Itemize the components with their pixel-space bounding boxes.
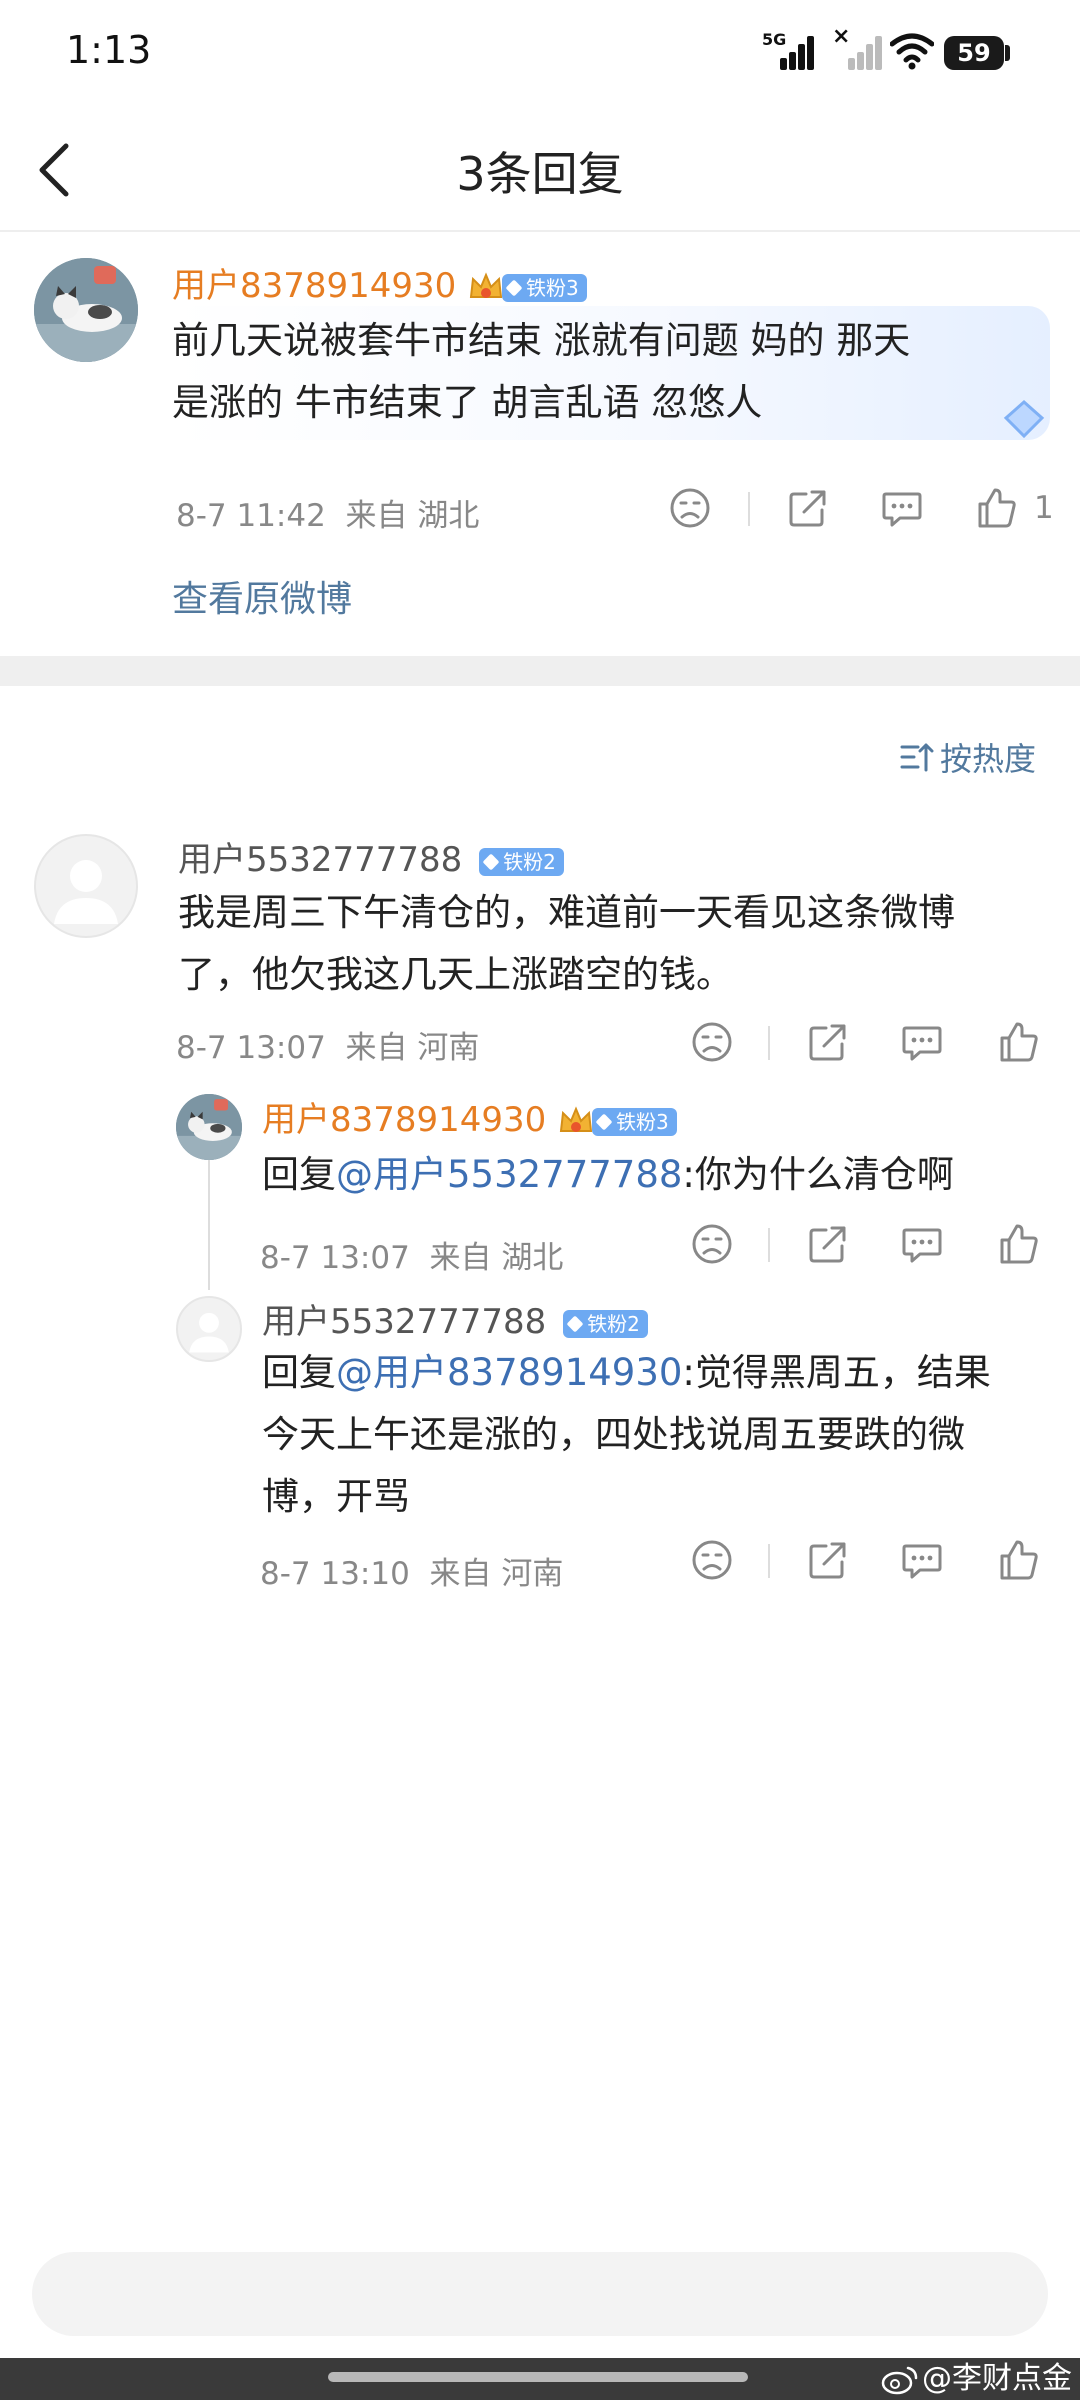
header-divider xyxy=(0,230,1080,232)
share-icon[interactable] xyxy=(806,1222,850,1266)
mention-link[interactable]: @用户5532777788 xyxy=(336,1153,682,1196)
sub-reply-header: 用户5532777788 铁粉2 xyxy=(262,1294,648,1343)
username[interactable]: 用户5532777788 xyxy=(178,840,462,880)
reply-input[interactable] xyxy=(32,2252,1048,2336)
person-silhouette-icon xyxy=(189,1312,229,1353)
view-original-link[interactable]: 查看原微博 xyxy=(172,570,352,622)
battery-tip-icon xyxy=(1005,45,1010,61)
sort-icon[interactable] xyxy=(900,740,934,774)
fan-badge: 铁粉2 xyxy=(563,1309,648,1338)
root-comment-time: 8-7 11:42 来自 湖北 xyxy=(176,498,480,534)
signal-5g-icon: 5G xyxy=(762,30,814,70)
default-avatar[interactable] xyxy=(176,1296,242,1362)
dislike-face-icon[interactable] xyxy=(690,1020,734,1064)
reply-time: 8-7 13:07 来自 河南 xyxy=(176,1030,480,1066)
avatar[interactable] xyxy=(176,1094,242,1160)
share-icon[interactable] xyxy=(806,1538,850,1582)
username[interactable]: 用户8378914930 xyxy=(262,1100,546,1140)
like-thumb-icon[interactable] xyxy=(996,1020,1040,1064)
section-divider xyxy=(0,656,1080,686)
reply-text: 我是周三下午清仓的，难道前一天看见这条微博 了，他欠我这几天上涨踏空的钱。 xyxy=(178,891,955,996)
like-thumb-icon[interactable] xyxy=(974,486,1018,530)
action-separator xyxy=(768,1026,770,1060)
crown-icon xyxy=(557,1103,595,1141)
status-time: 1:13 xyxy=(66,28,152,72)
like-count: 1 xyxy=(1034,490,1054,526)
cat-photo-icon xyxy=(34,258,138,362)
weibo-logo-icon xyxy=(881,2366,918,2395)
signal-no-service-icon: × xyxy=(830,24,882,70)
comment-icon[interactable] xyxy=(900,1020,944,1064)
username[interactable]: 用户8378914930 xyxy=(172,266,456,306)
dislike-face-icon[interactable] xyxy=(668,486,712,530)
diamond-decoration-icon xyxy=(1003,399,1045,439)
action-separator xyxy=(768,1228,770,1262)
root-comment-text: 前几天说被套牛市结束 涨就有问题 妈的 那天 是涨的 牛市结束了 胡言乱语 忽悠… xyxy=(172,319,911,424)
fan-badge: 铁粉2 xyxy=(479,847,564,876)
root-comment-header: 用户8378914930 铁粉3 xyxy=(172,258,587,307)
battery-indicator: 59 xyxy=(944,36,1004,70)
dislike-face-icon[interactable] xyxy=(690,1222,734,1266)
action-separator xyxy=(748,492,750,526)
comment-icon[interactable] xyxy=(900,1538,944,1582)
sub-reply-text: 回复@用户5532777788:你为什么清仓啊 xyxy=(262,1153,954,1196)
like-thumb-icon[interactable] xyxy=(996,1222,1040,1266)
crown-icon xyxy=(467,269,505,307)
username[interactable]: 用户5532777788 xyxy=(262,1302,546,1342)
share-icon[interactable] xyxy=(786,486,830,530)
default-avatar[interactable] xyxy=(34,834,138,938)
cat-photo-icon xyxy=(176,1094,242,1160)
sub-reply-time: 8-7 13:07 来自 湖北 xyxy=(260,1240,564,1276)
watermark: @李财点金 xyxy=(922,2361,1072,2396)
comment-icon[interactable] xyxy=(880,486,924,530)
person-silhouette-icon xyxy=(54,860,118,924)
sub-reply-text: 回复@用户8378914930:觉得黑周五，结果 今天上午还是涨的，四处找说周五… xyxy=(262,1351,991,1518)
comment-icon[interactable] xyxy=(900,1222,944,1266)
share-icon[interactable] xyxy=(806,1020,850,1064)
dislike-face-icon[interactable] xyxy=(690,1538,734,1582)
action-separator xyxy=(768,1544,770,1578)
fan-badge: 铁粉3 xyxy=(501,273,587,302)
mention-link[interactable]: @用户8378914930 xyxy=(336,1351,682,1394)
sort-label[interactable]: 按热度 xyxy=(940,734,1036,780)
home-indicator[interactable] xyxy=(328,2372,748,2382)
sub-reply-time: 8-7 13:10 来自 河南 xyxy=(260,1556,564,1592)
avatar[interactable] xyxy=(34,258,138,362)
fan-badge: 铁粉3 xyxy=(591,1107,677,1136)
page-title: 3条回复 xyxy=(456,147,624,201)
sub-reply-header: 用户8378914930 铁粉3 xyxy=(262,1092,677,1141)
wifi-icon xyxy=(890,33,934,70)
reply-header: 用户5532777788 铁粉2 xyxy=(178,832,564,881)
thread-line xyxy=(208,1160,210,1290)
like-thumb-icon[interactable] xyxy=(996,1538,1040,1582)
